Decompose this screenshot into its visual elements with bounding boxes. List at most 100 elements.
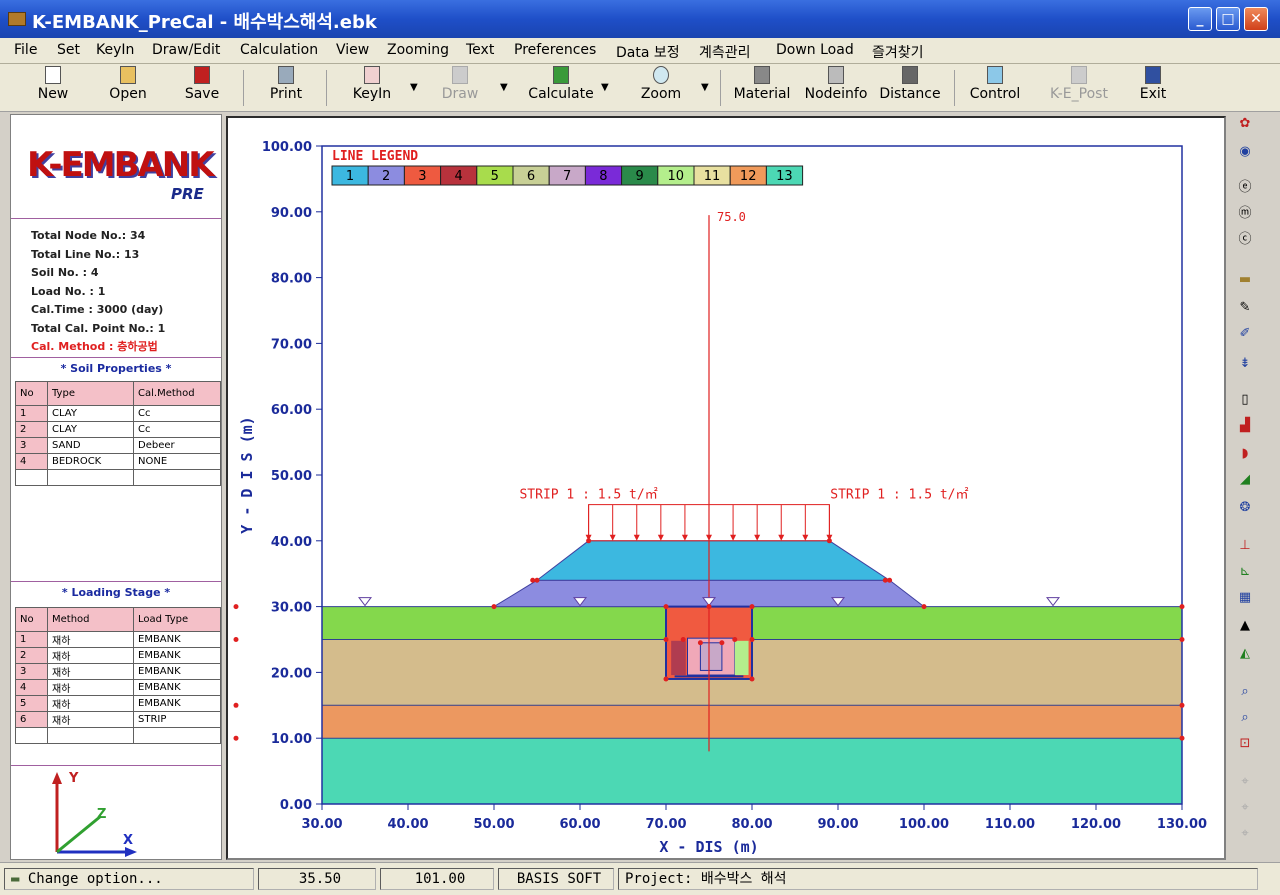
- zoom-button[interactable]: Zoom: [638, 66, 684, 110]
- toolbar-separator: [243, 70, 244, 106]
- tool-icon-1[interactable]: ✿: [1235, 114, 1255, 134]
- loading-row[interactable]: 6 재하 STRIP: [15, 711, 221, 728]
- draw-dropdown-arrow[interactable]: ▼: [500, 82, 508, 93]
- y-tick-label: 60.00: [271, 403, 312, 418]
- tool-icon-2[interactable]: ◉: [1235, 142, 1255, 162]
- table-cell: 재하: [47, 679, 134, 696]
- open-button[interactable]: Open: [106, 66, 150, 110]
- table-cell: 1: [15, 405, 48, 422]
- legend-label-3: 3: [418, 169, 426, 184]
- soil-row[interactable]: 1 CLAY Cc: [15, 405, 221, 422]
- x-tick-label: 90.00: [817, 817, 858, 832]
- toolbar-separator: [954, 70, 955, 106]
- tool-icon-8[interactable]: ✐: [1235, 324, 1255, 344]
- keyin-dropdown-arrow[interactable]: ▼: [410, 82, 418, 93]
- loading-row[interactable]: 2 재하 EMBANK: [15, 647, 221, 664]
- x-tick-label: 120.00: [1071, 817, 1121, 832]
- tool-icon-10[interactable]: ▯: [1235, 390, 1255, 410]
- tool-icon-15[interactable]: ⊥: [1235, 536, 1255, 556]
- menu-preferences[interactable]: Preferences: [514, 42, 596, 58]
- title-bar: K-EMBANK_PreCal - 배수박스해석.ebk _ □ ✕: [0, 0, 1280, 38]
- tool-icon-24: ⌖: [1241, 800, 1249, 815]
- menu-keyin[interactable]: KeyIn: [96, 42, 134, 58]
- tool-icon-4[interactable]: ⓜ: [1235, 204, 1255, 224]
- soil-row[interactable]: 2 CLAY Cc: [15, 421, 221, 438]
- minimize-button[interactable]: _: [1188, 7, 1212, 31]
- tool-icon-17[interactable]: ▦: [1235, 588, 1255, 608]
- menu-download[interactable]: Down Load: [776, 42, 854, 58]
- nodeinfo-button[interactable]: Nodeinfo: [803, 66, 869, 110]
- tool-icon-16[interactable]: ⊾: [1235, 562, 1255, 582]
- tool-icon-9[interactable]: ⇟: [1235, 354, 1255, 374]
- toolbar-separator: [720, 70, 721, 106]
- soil-row[interactable]: 3 SAND Debeer: [15, 437, 221, 454]
- tool-icon-5[interactable]: ⓒ: [1235, 230, 1255, 250]
- menu-text[interactable]: Text: [466, 42, 494, 58]
- logo-sub-text: PRE: [171, 185, 204, 203]
- tool-icon-14[interactable]: ❂: [1235, 498, 1255, 518]
- tool-icon-18[interactable]: ▲: [1235, 616, 1255, 636]
- menu-data-correction[interactable]: Data 보정: [616, 42, 680, 62]
- menu-draw-edit[interactable]: Draw/Edit: [152, 42, 220, 58]
- menu-set[interactable]: Set: [57, 42, 80, 58]
- axis-x-label: X: [123, 833, 133, 848]
- exit-door-icon: [1145, 66, 1161, 84]
- x-tick-label: 60.00: [559, 817, 600, 832]
- save-button[interactable]: Save: [182, 66, 222, 110]
- calculate-dropdown-arrow[interactable]: ▼: [601, 82, 609, 93]
- node-point: [530, 577, 536, 583]
- keyboard-icon: [364, 66, 380, 84]
- keyin-button[interactable]: KeyIn: [348, 66, 396, 110]
- right-toolbar: ✿ ◉ ⓔ ⓜ ⓒ ▬ ✎ ✐ ⇟ ▯ ▟ ◗ ◢ ❂ ⊥ ⊾ ▦ ▲ ◭ ⌕ …: [1228, 114, 1262, 864]
- x-tick-label: 130.00: [1157, 817, 1207, 832]
- legend-label-11: 11: [704, 169, 721, 184]
- tool-icon-12[interactable]: ◗: [1235, 444, 1255, 464]
- legend-title: LINE LEGEND: [332, 149, 418, 164]
- loading-row[interactable]: 4 재하 EMBANK: [15, 679, 221, 696]
- menu-monitoring[interactable]: 계측관리: [699, 42, 751, 62]
- tool-icon-6[interactable]: ▬: [1235, 270, 1255, 290]
- material-button[interactable]: Material: [732, 66, 792, 110]
- print-button[interactable]: Print: [266, 66, 306, 110]
- menu-zooming[interactable]: Zooming: [387, 42, 449, 58]
- tool-icon-20[interactable]: ⌕: [1235, 682, 1255, 702]
- zoom-dropdown-arrow[interactable]: ▼: [701, 82, 709, 93]
- node-point: [719, 640, 725, 646]
- menu-favorites[interactable]: 즐겨찾기: [872, 42, 924, 62]
- tool-icon-11[interactable]: ▟: [1235, 416, 1255, 436]
- tool-icon-7[interactable]: ✎: [1235, 298, 1255, 318]
- menu-bar: File Set KeyIn Draw/Edit Calculation Vie…: [0, 38, 1280, 64]
- loading-stage-table: No Method Load Type 1 재하 EMBANK 2 재하 EMBANK 3 재하 EM…: [15, 607, 221, 744]
- loading-row[interactable]: 5 재하 EMBANK: [15, 695, 221, 712]
- load-arrow-head: [754, 534, 761, 541]
- maximize-button[interactable]: □: [1216, 7, 1240, 31]
- exit-button[interactable]: Exit: [1137, 66, 1169, 110]
- menu-calculation[interactable]: Calculation: [240, 42, 318, 58]
- tool-icon-22[interactable]: ⊡: [1235, 734, 1255, 754]
- table-cell: 1: [15, 631, 48, 648]
- section-plot[interactable]: 30.00 40.00 50.00 60.00 70.00 80.00 90.00 100.0…: [228, 118, 1224, 858]
- table-cell: 4: [15, 679, 48, 696]
- material-icon: [754, 66, 770, 84]
- tool-icon-25: ⌖: [1241, 826, 1249, 841]
- control-button[interactable]: Control: [968, 66, 1022, 110]
- edge-node-point: [233, 735, 239, 741]
- tool-icon-21[interactable]: ⌕: [1235, 708, 1255, 728]
- calculate-button[interactable]: Calculate: [526, 66, 596, 110]
- column-header: Method: [47, 607, 134, 632]
- loading-row[interactable]: 3 재하 EMBANK: [15, 663, 221, 680]
- close-button[interactable]: ✕: [1244, 7, 1268, 31]
- new-button[interactable]: New: [34, 66, 72, 110]
- distance-button[interactable]: Distance: [878, 66, 942, 110]
- menu-view[interactable]: View: [336, 42, 369, 58]
- load-arrow-head: [681, 534, 688, 541]
- tool-icon-3[interactable]: ⓔ: [1235, 178, 1255, 198]
- tool-icon-19[interactable]: ◭: [1235, 644, 1255, 664]
- drawing-canvas[interactable]: 30.00 40.00 50.00 60.00 70.00 80.00 90.00 100.0…: [226, 116, 1226, 860]
- soil-row[interactable]: 4 BEDROCK NONE: [15, 453, 221, 470]
- menu-file[interactable]: File: [14, 42, 37, 58]
- legend-label-9: 9: [635, 169, 643, 184]
- tool-icon-13[interactable]: ◢: [1235, 470, 1255, 490]
- loading-row[interactable]: 1 재하 EMBANK: [15, 631, 221, 648]
- legend-label-5: 5: [491, 169, 499, 184]
